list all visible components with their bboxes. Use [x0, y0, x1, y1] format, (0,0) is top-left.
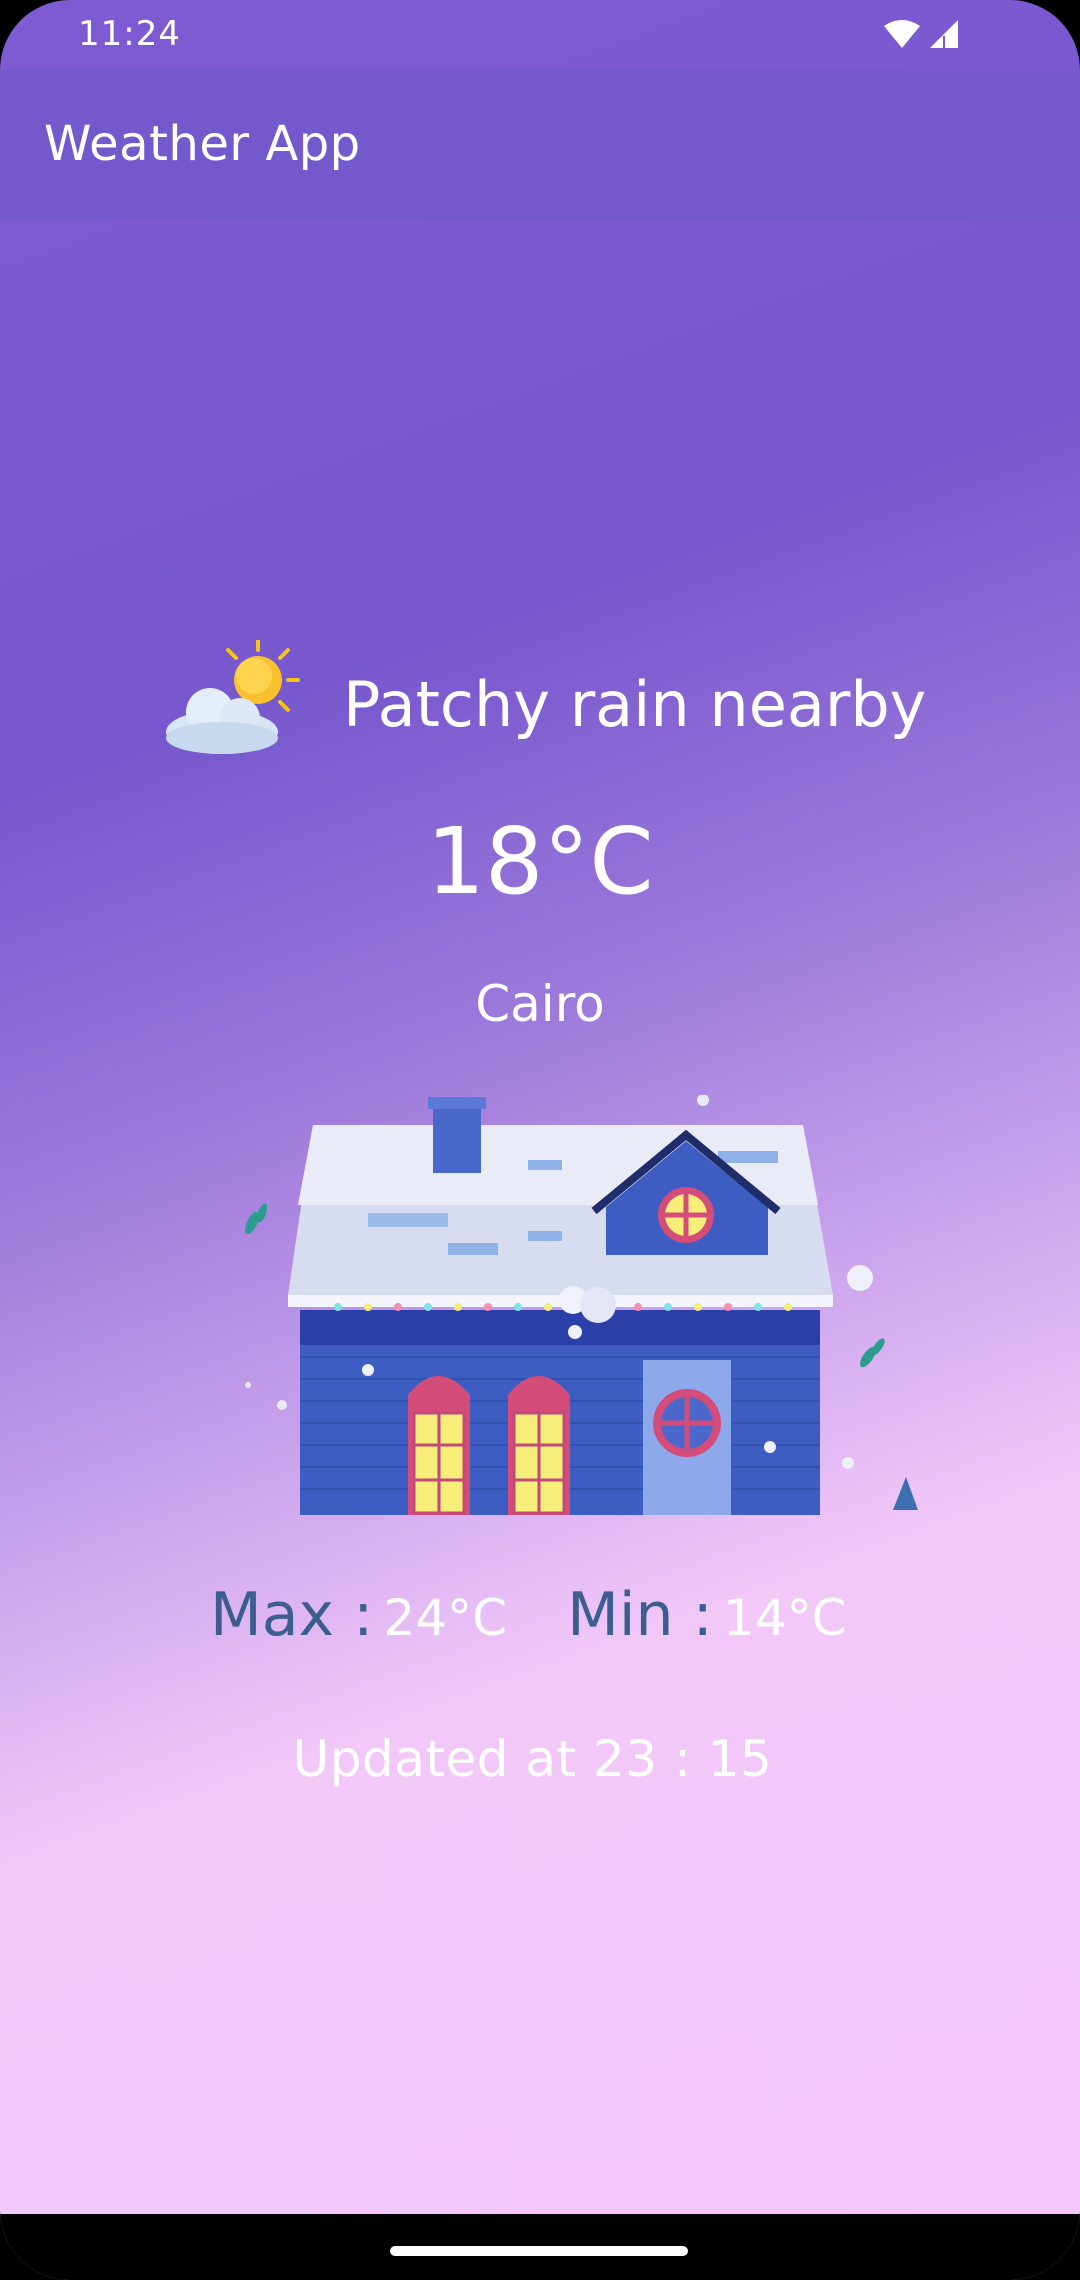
app-title: Weather App: [44, 116, 361, 172]
weather-condition: Patchy rain nearby: [343, 668, 927, 741]
snowy-house-illustration: [245, 1095, 918, 1515]
home-gesture-handle[interactable]: [390, 2246, 688, 2256]
cellular-signal-icon: [930, 20, 958, 48]
max-temperature: 24°C: [383, 1589, 508, 1647]
condition-row: Patchy rain nearby: [160, 640, 960, 770]
max-label: Max :: [210, 1580, 374, 1650]
min-temperature: 14°C: [723, 1589, 847, 1647]
min-label: Min :: [567, 1580, 713, 1650]
updated-time: Updated at 23 : 15: [292, 1730, 773, 1788]
status-bar: 11:24: [0, 0, 1080, 70]
navigation-bar: [0, 2214, 1080, 2280]
weather-screen: 11:24 Weather App Patchy rain nearby 18°…: [0, 0, 1080, 2280]
status-time: 11:24: [78, 14, 181, 54]
status-icons: [884, 20, 958, 48]
current-temperature: 18°C: [426, 808, 654, 915]
partly-cloudy-sun-icon: [166, 640, 300, 754]
app-bar: Weather App: [0, 70, 1080, 220]
min-max-row: Max : 24°C Min : 14°C: [210, 1580, 930, 1670]
wifi-icon: [884, 20, 920, 48]
city-name: Cairo: [475, 975, 605, 1033]
